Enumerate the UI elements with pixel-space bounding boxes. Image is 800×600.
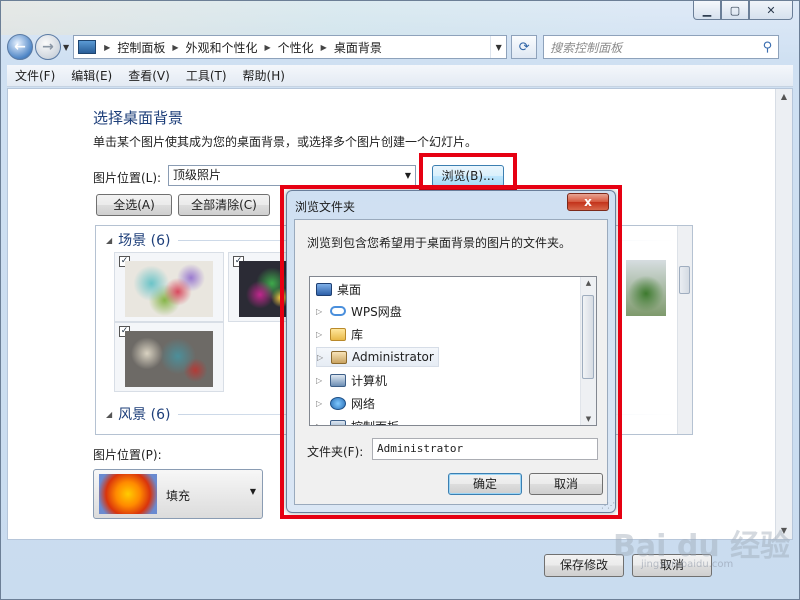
menu-help[interactable]: 帮助(H) (235, 67, 293, 84)
minimize-button[interactable]: ▁ (693, 1, 721, 20)
gallery-scroll-thumb[interactable] (679, 266, 690, 294)
wallpaper-image (125, 331, 213, 387)
fill-preview-image (99, 474, 157, 514)
window-controls: ▁ ▢ ✕ (693, 1, 793, 21)
group-name: 场景 (6) (118, 233, 171, 249)
breadcrumb-appearance[interactable]: 外观和个性化 (182, 39, 260, 56)
address-bar[interactable]: ▶ 控制面板 ▶ 外观和个性化 ▶ 个性化 ▶ 桌面背景 ▼ (73, 35, 508, 59)
breadcrumb-separator-icon[interactable]: ▶ (104, 43, 110, 52)
control-panel-window: ▁ ▢ ✕ ← → ▼ ▶ 控制面板 ▶ 外观和个性化 ▶ 个性化 ▶ 桌面背景… (0, 0, 800, 600)
menu-file[interactable]: 文件(F) (7, 67, 63, 84)
chevron-down-icon: ▼ (249, 487, 256, 496)
navigation-bar: ← → ▼ ▶ 控制面板 ▶ 外观和个性化 ▶ 个性化 ▶ 桌面背景 ▼ ⟳ 搜… (7, 31, 793, 63)
search-input[interactable]: 搜索控制面板 ⚲ (543, 35, 780, 59)
collapse-icon[interactable]: ◢ (106, 236, 112, 245)
control-panel-icon (78, 40, 97, 54)
breadcrumb-separator-icon[interactable]: ▶ (321, 43, 327, 52)
select-all-button[interactable]: 全选(A) (96, 194, 172, 216)
menu-tools[interactable]: 工具(T) (178, 67, 235, 84)
wallpaper-image (626, 260, 666, 316)
search-icon[interactable]: ⚲ (763, 40, 773, 55)
clear-all-button[interactable]: 全部清除(C) (178, 194, 270, 216)
picture-location-value: 顶级照片 (173, 168, 222, 182)
collapse-icon[interactable]: ◢ (106, 410, 112, 419)
title-bar-background (1, 1, 681, 35)
search-placeholder: 搜索控制面板 (550, 40, 623, 55)
scroll-up-icon[interactable]: ▲ (776, 89, 792, 105)
chevron-down-icon: ▼ (404, 171, 411, 180)
back-button[interactable]: ← (7, 34, 33, 60)
page-description: 单击某个图片使其成为您的桌面背景，或选择多个图片创建一个幻灯片。 (93, 135, 478, 149)
wallpaper-thumbnail[interactable]: ✓ (114, 322, 224, 392)
picture-position-select[interactable]: 填充 ▼ (93, 469, 263, 519)
page-title: 选择桌面背景 (93, 109, 184, 127)
forward-button[interactable]: → (35, 34, 61, 60)
address-dropdown-icon[interactable]: ▼ (490, 36, 506, 58)
refresh-icon: ⟳ (518, 39, 530, 55)
picture-position-label: 图片位置(P): (93, 448, 162, 462)
group-name: 风景 (6) (118, 407, 171, 423)
picture-position-value: 填充 (166, 489, 191, 503)
maximize-button[interactable]: ▢ (721, 1, 749, 20)
breadcrumb-control-panel[interactable]: 控制面板 (114, 39, 168, 56)
close-window-button[interactable]: ✕ (749, 1, 793, 20)
menu-bar: 文件(F) 编辑(E) 查看(V) 工具(T) 帮助(H) (7, 65, 793, 87)
refresh-button[interactable]: ⟳ (511, 35, 538, 59)
breadcrumb-separator-icon[interactable]: ▶ (265, 43, 271, 52)
highlight-box-dialog (280, 185, 622, 519)
recent-pages-dropdown-icon[interactable]: ▼ (63, 43, 69, 52)
picture-location-select[interactable]: 顶级照片 ▼ (168, 165, 416, 186)
menu-view[interactable]: 查看(V) (120, 67, 178, 84)
save-changes-button[interactable]: 保存修改 (544, 554, 624, 577)
wallpaper-image (125, 261, 213, 317)
menu-edit[interactable]: 编辑(E) (63, 67, 120, 84)
picture-location-label: 图片位置(L): (93, 171, 162, 185)
breadcrumb-personalization[interactable]: 个性化 (275, 39, 317, 56)
gallery-scrollbar[interactable] (677, 226, 692, 434)
breadcrumb-separator-icon[interactable]: ▶ (172, 43, 178, 52)
wallpaper-thumbnail[interactable]: ✓ (114, 252, 224, 322)
breadcrumb-desktop-background[interactable]: 桌面背景 (331, 39, 385, 56)
content-scrollbar[interactable]: ▲ ▼ (775, 89, 792, 539)
baidu-watermark-url: jingyan.baidu.com (641, 559, 734, 570)
